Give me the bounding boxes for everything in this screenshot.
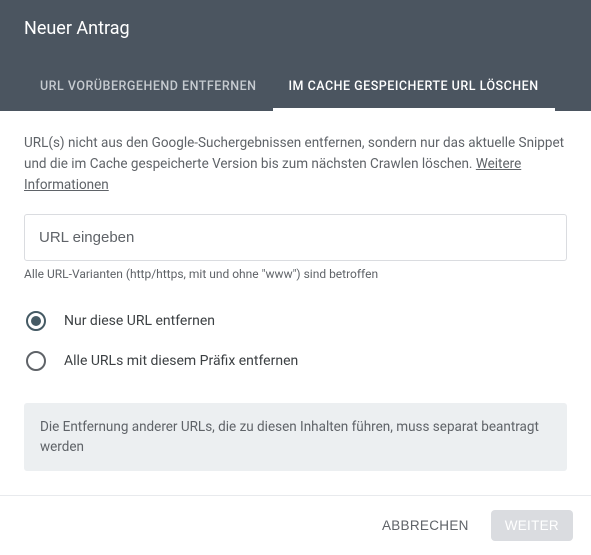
radio-group: Nur diese URL entfernen Alle URLs mit di… [24,301,567,381]
radio-icon [26,311,46,331]
dialog-footer: Abbrechen Weiter [0,495,591,555]
tabs: URL vorübergehend entfernen Im Cache ges… [24,69,567,111]
dialog-title: Neuer Antrag [24,18,567,39]
radio-label: Nur diese URL entfernen [64,313,215,329]
description: URL(s) nicht aus den Google-Suchergebnis… [24,133,567,196]
next-button[interactable]: Weiter [491,510,573,541]
radio-only-this-url[interactable]: Nur diese URL entfernen [24,301,567,341]
radio-label: Alle URLs mit diesem Präfix entfernen [64,353,298,369]
url-input-wrap[interactable] [24,214,567,261]
url-input[interactable] [39,229,552,246]
radio-icon [26,351,46,371]
tab-clear-cached[interactable]: Im Cache gespeicherte URL löschen [273,69,555,111]
radio-prefix-urls[interactable]: Alle URLs mit diesem Präfix entfernen [24,341,567,381]
info-note: Die Entfernung anderer URLs, die zu dies… [24,403,567,472]
tab-temporary-remove[interactable]: URL vorübergehend entfernen [24,69,273,111]
cancel-button[interactable]: Abbrechen [368,510,483,541]
dialog-body: URL(s) nicht aus den Google-Suchergebnis… [0,111,591,471]
dialog-header: Neuer Antrag URL vorübergehend entfernen… [0,0,591,111]
url-hint: Alle URL-Varianten (http/https, mit und … [24,267,567,281]
